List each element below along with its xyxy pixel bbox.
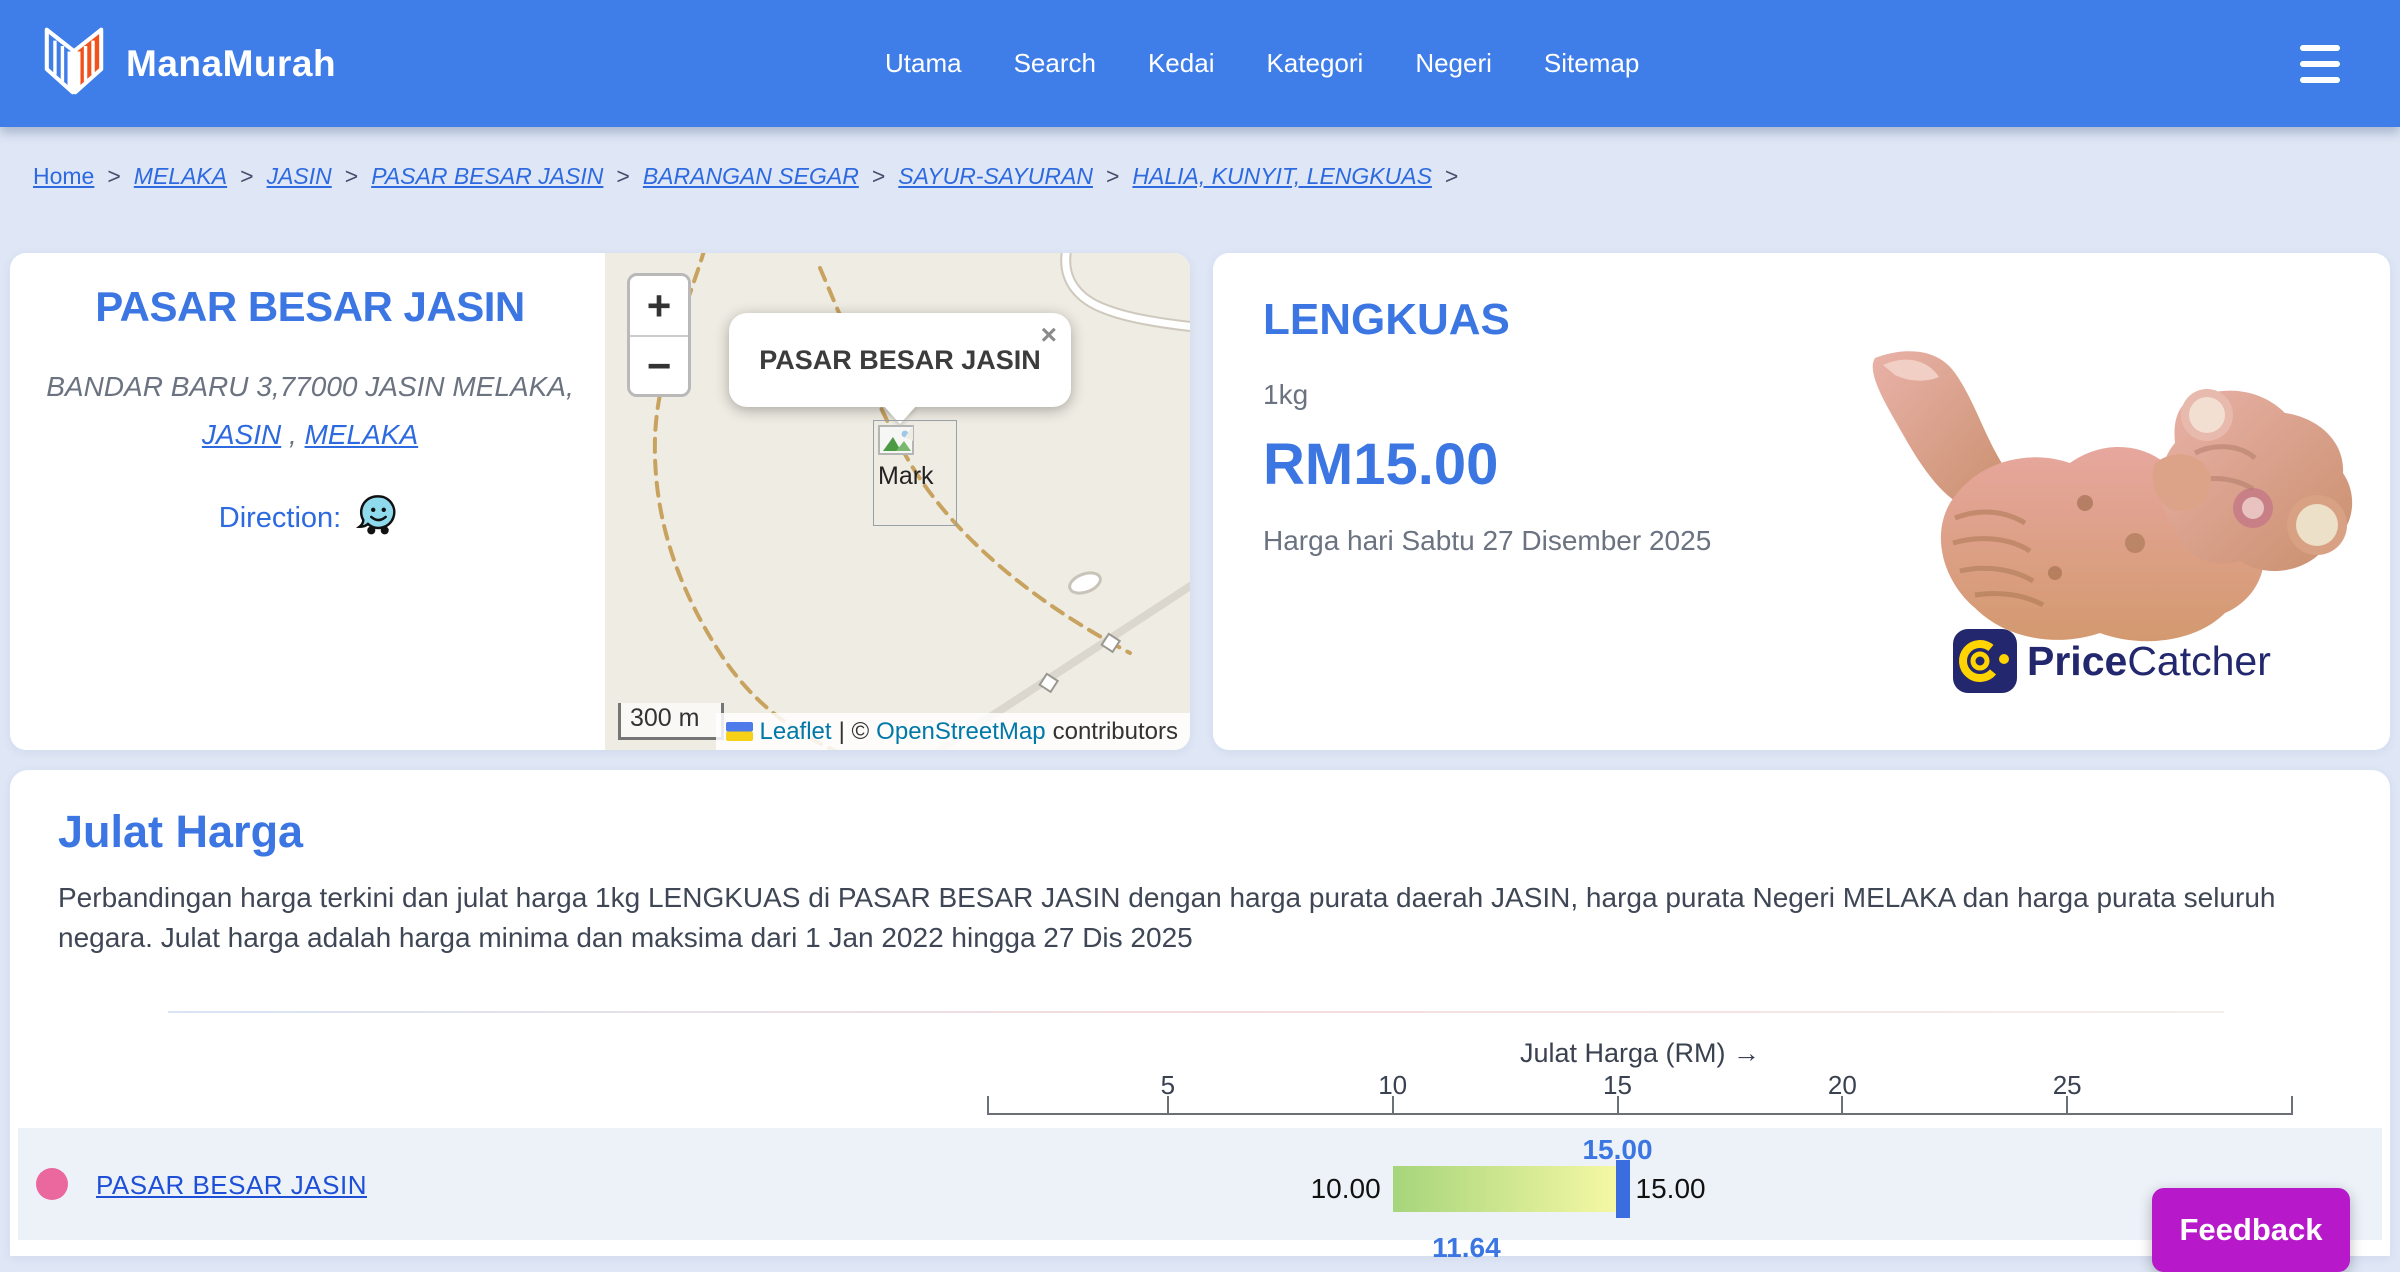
broken-image-icon [878,425,914,455]
axis-tick-label: 5 [1160,1070,1176,1100]
direction-label: Direction: [218,502,342,534]
pricecatcher-logo-text: PriceCatcher [2027,637,2271,684]
map-attribution: Leaflet | © OpenStreetMap contributors [715,713,1190,750]
marker-alt-text: Mark [878,462,934,490]
axis-tick-mark [2291,1096,2293,1115]
direction-row: Direction: [10,493,610,544]
market-address-line: BANDAR BARU 3,77000 JASIN MELAKA, [46,371,574,402]
feedback-button[interactable]: Feedback [2152,1188,2350,1272]
nav-kedai[interactable]: Kedai [1148,48,1215,79]
map-zoom-control: + − [627,273,691,397]
market-info: PASAR BESAR JASIN BANDAR BARU 3,77000 JA… [10,253,610,750]
product-unit: 1kg [1263,379,1309,410]
row-max-price-label: 15.00 [1635,1173,1706,1204]
breadcrumb-separator: > [107,163,121,189]
axis-tick-label: 20 [1827,1070,1857,1100]
brand[interactable]: ManaMurah [40,24,336,103]
row-min-price-label: 10.00 [1310,1173,1381,1204]
axis-tick-mark [987,1096,989,1115]
breadcrumb-district[interactable]: JASIN [267,163,332,190]
app-header: ManaMurah Utama Search Kedai Kategori Ne… [0,0,2400,127]
nav-search[interactable]: Search [1014,48,1096,79]
breadcrumb-separator: > [344,163,359,189]
map-scale-bar: 300 m [618,703,724,740]
map-marker-broken-image[interactable]: Mark [873,420,957,526]
state-link[interactable]: MELAKA [305,419,419,450]
axis-tick-label: 10 [1378,1070,1408,1100]
osm-link[interactable]: OpenStreetMap [876,718,1045,746]
axis-tick-label: 15 [1603,1070,1632,1100]
zoom-out-button[interactable]: − [630,335,688,394]
breadcrumb-category[interactable]: BARANGAN SEGAR [643,163,859,190]
row-current-price-marker [1615,1160,1630,1218]
market-card: PASAR BESAR JASIN BANDAR BARU 3,77000 JA… [10,253,1190,750]
pricecatcher-logo-icon [1953,629,2017,693]
nav-utama[interactable]: Utama [885,48,962,79]
row2-current-price-label: 11.64 [1432,1232,1501,1263]
market-address: BANDAR BARU 3,77000 JASIN MELAKA, JASIN … [30,363,590,459]
waze-icon[interactable] [355,493,401,544]
main-nav: Utama Search Kedai Kategori Negeri Sitem… [885,0,1639,127]
map-popup-title: PASAR BESAR JASIN [759,344,1041,375]
product-card: LENGKUAS 1kg RM15.00 Harga hari Sabtu 27… [1213,253,2390,750]
breadcrumb-separator: > [1444,163,1459,189]
chart-divider [168,1011,2224,1013]
market-title: PASAR BESAR JASIN [95,283,525,330]
ukraine-flag-icon [725,722,753,741]
chart-axis-line [988,1113,2292,1115]
address-separator: , [281,419,305,450]
breadcrumb-item-group[interactable]: HALIA, KUNYIT, LENGKUAS [1132,163,1432,190]
leaflet-link[interactable]: Leaflet [760,718,832,746]
product-name: LENGKUAS [1263,295,1510,344]
price-range-description: Perbandingan harga terkini dan julat har… [58,882,2276,953]
nav-sitemap[interactable]: Sitemap [1544,48,1639,79]
map-popup: PASAR BESAR JASIN × [729,313,1071,407]
brand-name: ManaMurah [126,42,337,84]
manamurah-logo-icon [40,24,108,103]
breadcrumb-home[interactable]: Home [33,163,94,190]
product-price: RM15.00 [1263,432,1499,497]
breadcrumb-state[interactable]: MELAKA [134,163,227,190]
breadcrumb-separator: > [1105,163,1120,189]
axis-tick-label: 25 [2052,1070,2082,1100]
zoom-in-button[interactable]: + [630,276,688,335]
breadcrumb: Home > MELAKA > JASIN > PASAR BESAR JASI… [33,163,1458,190]
hamburger-menu-icon[interactable] [2300,45,2342,83]
product-photo-galangal [1855,343,2365,678]
row-price-range-bar [1392,1166,1618,1212]
breadcrumb-separator: > [871,163,886,189]
district-link[interactable]: JASIN [202,419,281,450]
row-bullet-dot [36,1168,68,1200]
leaflet-map[interactable]: + − PASAR BESAR JASIN × Mark 300 m Leafl… [605,253,1190,750]
popup-close-icon[interactable]: × [1041,319,1057,351]
pricecatcher-logo: PriceCatcher [1953,629,2271,693]
row-market-link[interactable]: PASAR BESAR JASIN [96,1170,367,1201]
chart-axis-label: Julat Harga (RM) → [1519,1038,1761,1068]
breadcrumb-market[interactable]: PASAR BESAR JASIN [371,163,603,190]
nav-negeri[interactable]: Negeri [1415,48,1492,79]
breadcrumb-separator: > [240,163,254,189]
product-price-date: Harga hari Sabtu 27 Disember 2025 [1263,525,1712,556]
breadcrumb-subcategory[interactable]: SAYUR-SAYURAN [898,163,1093,190]
nav-kategori[interactable]: Kategori [1266,48,1363,79]
price-range-title: Julat Harga [58,806,304,857]
breadcrumb-separator: > [616,163,630,189]
